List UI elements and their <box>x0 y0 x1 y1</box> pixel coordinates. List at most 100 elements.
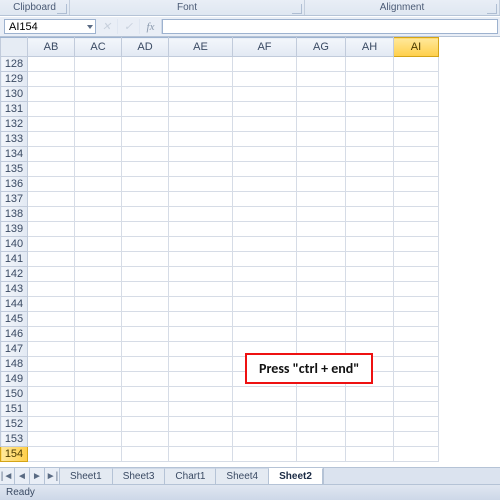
column-header-AH[interactable]: AH <box>346 38 394 57</box>
cell-AD147[interactable] <box>122 342 169 357</box>
row-header-151[interactable]: 151 <box>1 402 28 417</box>
cell-AD129[interactable] <box>122 72 169 87</box>
cell-AF151[interactable] <box>233 402 297 417</box>
cell-AH132[interactable] <box>346 117 394 132</box>
cell-AF132[interactable] <box>233 117 297 132</box>
cell-AG129[interactable] <box>297 72 346 87</box>
cell-AC130[interactable] <box>75 87 122 102</box>
cell-AI140[interactable] <box>394 237 439 252</box>
cell-AF136[interactable] <box>233 177 297 192</box>
cell-AB135[interactable] <box>28 162 75 177</box>
dialog-launcher-icon[interactable] <box>292 4 302 14</box>
cell-AE149[interactable] <box>169 372 233 387</box>
cell-AC143[interactable] <box>75 282 122 297</box>
sheet-tab-sheet3[interactable]: Sheet3 <box>113 468 166 484</box>
cell-AC154[interactable] <box>75 447 122 462</box>
cell-AC140[interactable] <box>75 237 122 252</box>
cell-AE153[interactable] <box>169 432 233 447</box>
cell-AH133[interactable] <box>346 132 394 147</box>
cell-AC134[interactable] <box>75 147 122 162</box>
cell-AI148[interactable] <box>394 357 439 372</box>
cell-AD148[interactable] <box>122 357 169 372</box>
select-all-corner[interactable] <box>1 38 28 57</box>
enter-formula-button[interactable]: ✓ <box>118 19 140 34</box>
cell-AC138[interactable] <box>75 207 122 222</box>
sheet-tab-sheet1[interactable]: Sheet1 <box>60 468 113 484</box>
cell-AB151[interactable] <box>28 402 75 417</box>
cell-AH143[interactable] <box>346 282 394 297</box>
cell-AE147[interactable] <box>169 342 233 357</box>
column-header-AE[interactable]: AE <box>169 38 233 57</box>
cancel-formula-button[interactable]: ✕ <box>96 19 118 34</box>
cell-AF129[interactable] <box>233 72 297 87</box>
sheet-tab-sheet2[interactable]: Sheet2 <box>269 468 323 484</box>
cell-AB137[interactable] <box>28 192 75 207</box>
cell-AG140[interactable] <box>297 237 346 252</box>
cell-AH151[interactable] <box>346 402 394 417</box>
cell-AB129[interactable] <box>28 72 75 87</box>
row-header-141[interactable]: 141 <box>1 252 28 267</box>
cell-AB153[interactable] <box>28 432 75 447</box>
cell-AB150[interactable] <box>28 387 75 402</box>
cell-AI137[interactable] <box>394 192 439 207</box>
cell-AC132[interactable] <box>75 117 122 132</box>
row-header-137[interactable]: 137 <box>1 192 28 207</box>
cell-AB145[interactable] <box>28 312 75 327</box>
cell-AI133[interactable] <box>394 132 439 147</box>
cell-AB154[interactable] <box>28 447 75 462</box>
cell-AI139[interactable] <box>394 222 439 237</box>
cell-AI128[interactable] <box>394 57 439 72</box>
cell-AI129[interactable] <box>394 72 439 87</box>
cell-AC147[interactable] <box>75 342 122 357</box>
cell-AC139[interactable] <box>75 222 122 237</box>
cell-AG151[interactable] <box>297 402 346 417</box>
row-header-143[interactable]: 143 <box>1 282 28 297</box>
cell-AD151[interactable] <box>122 402 169 417</box>
cell-AH150[interactable] <box>346 387 394 402</box>
cell-AI130[interactable] <box>394 87 439 102</box>
cell-AH140[interactable] <box>346 237 394 252</box>
cell-AF138[interactable] <box>233 207 297 222</box>
cell-AG145[interactable] <box>297 312 346 327</box>
cell-AI141[interactable] <box>394 252 439 267</box>
tab-nav-last-button[interactable]: ►| <box>45 468 60 484</box>
row-header-129[interactable]: 129 <box>1 72 28 87</box>
cell-AF144[interactable] <box>233 297 297 312</box>
chevron-down-icon[interactable] <box>87 25 93 29</box>
cell-AD138[interactable] <box>122 207 169 222</box>
cell-AE137[interactable] <box>169 192 233 207</box>
cell-AI135[interactable] <box>394 162 439 177</box>
cell-AD131[interactable] <box>122 102 169 117</box>
cell-AE133[interactable] <box>169 132 233 147</box>
cell-AB128[interactable] <box>28 57 75 72</box>
cell-AE154[interactable] <box>169 447 233 462</box>
row-header-152[interactable]: 152 <box>1 417 28 432</box>
cell-AI147[interactable] <box>394 342 439 357</box>
cell-AG137[interactable] <box>297 192 346 207</box>
cell-AB147[interactable] <box>28 342 75 357</box>
cell-AF145[interactable] <box>233 312 297 327</box>
cell-AD152[interactable] <box>122 417 169 432</box>
cell-AG150[interactable] <box>297 387 346 402</box>
cell-AE142[interactable] <box>169 267 233 282</box>
cell-AI145[interactable] <box>394 312 439 327</box>
row-header-135[interactable]: 135 <box>1 162 28 177</box>
cell-AD137[interactable] <box>122 192 169 207</box>
cell-AH129[interactable] <box>346 72 394 87</box>
cell-AF154[interactable] <box>233 447 297 462</box>
cell-AG133[interactable] <box>297 132 346 147</box>
cell-AE128[interactable] <box>169 57 233 72</box>
cell-AE132[interactable] <box>169 117 233 132</box>
cell-AF141[interactable] <box>233 252 297 267</box>
cell-AE146[interactable] <box>169 327 233 342</box>
cell-AI146[interactable] <box>394 327 439 342</box>
cell-AB149[interactable] <box>28 372 75 387</box>
cell-AE138[interactable] <box>169 207 233 222</box>
cell-AB133[interactable] <box>28 132 75 147</box>
name-box[interactable]: AI154 <box>4 19 96 34</box>
dialog-launcher-icon[interactable] <box>57 4 67 14</box>
cell-AC151[interactable] <box>75 402 122 417</box>
insert-function-button[interactable]: fx <box>140 19 162 34</box>
row-header-154[interactable]: 154 <box>1 447 28 462</box>
cell-AH154[interactable] <box>346 447 394 462</box>
